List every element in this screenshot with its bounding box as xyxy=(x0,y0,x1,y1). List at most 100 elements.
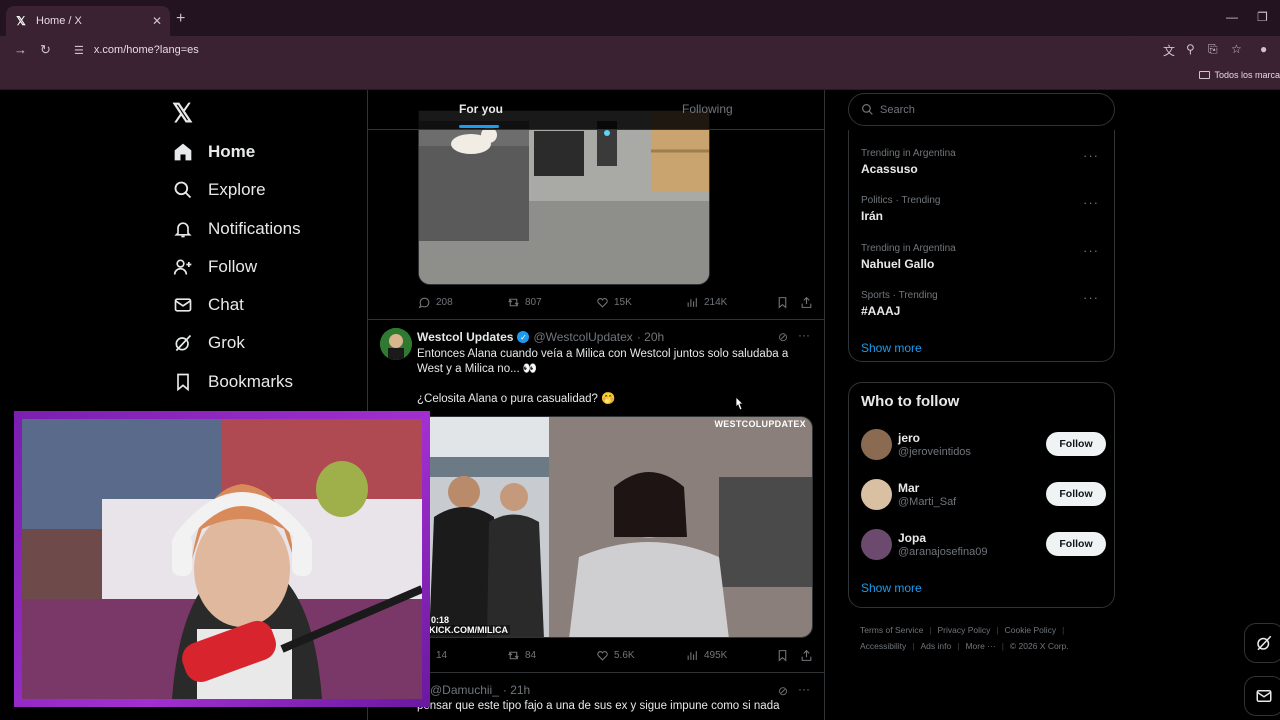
show-more-follow-link[interactable]: Show more xyxy=(861,581,922,595)
views-count: 214K xyxy=(704,297,728,308)
follow-suggestion[interactable]: jero @jeroveintidos Follow xyxy=(861,427,1106,463)
post-video[interactable]: WESTCOLUPDATEX 0:18 KICK.COM/MILICA xyxy=(418,416,813,638)
views-button[interactable]: 495K xyxy=(686,649,727,662)
repost-button[interactable]: 807 xyxy=(507,296,542,309)
post-image-bedroom[interactable] xyxy=(418,110,710,285)
new-tab-icon[interactable]: + xyxy=(176,10,185,28)
reply-count: 208 xyxy=(436,297,453,308)
post-divider xyxy=(368,319,824,320)
bookmark-post-button[interactable] xyxy=(776,649,789,662)
nav-item-notifications[interactable]: Notifications xyxy=(172,213,301,245)
nav-item-follow[interactable]: Follow xyxy=(172,251,257,283)
bell-icon xyxy=(172,218,194,240)
footer-link[interactable]: Ads info xyxy=(921,641,952,651)
search-input[interactable]: Search xyxy=(848,93,1115,126)
more-icon[interactable]: ··· xyxy=(798,682,810,696)
follow-button[interactable]: Follow xyxy=(1046,432,1106,456)
trend-item[interactable]: Sports · Trending #AAAJ ··· xyxy=(861,290,1111,318)
x-favicon-icon: 𝕏 xyxy=(16,14,26,28)
bookmark-post-button[interactable] xyxy=(776,296,789,309)
author-handle[interactable]: @Damuchii_ xyxy=(430,683,499,697)
site-info-icon[interactable]: ☰ xyxy=(74,44,84,57)
nav-label: Explore xyxy=(208,180,266,199)
heart-icon xyxy=(597,651,608,661)
footer-link[interactable]: Accessibility xyxy=(860,641,906,651)
author-name[interactable]: Westcol Updates xyxy=(417,330,513,344)
post-actions: 14 84 5.6K 495K xyxy=(418,649,814,665)
browser-toolbar: → ↻ ☰ x.com/home?lang=es 文 ⚲ ⎘ ☆ ● xyxy=(0,36,1280,64)
like-button[interactable]: 5.6K xyxy=(596,649,635,662)
avatar[interactable] xyxy=(861,429,892,460)
trend-item[interactable]: Trending in Argentina Nahuel Gallo ··· xyxy=(861,243,1111,271)
trends-panel: Trending in Argentina Acassuso ··· Polit… xyxy=(848,130,1115,362)
views-button[interactable]: 214K xyxy=(686,296,727,309)
suggestion-name: Mar xyxy=(898,481,920,495)
avatar[interactable] xyxy=(380,328,412,360)
restore-icon[interactable]: ❐ xyxy=(1257,10,1268,24)
kick-overlay: KICK.COM/MILICA xyxy=(427,625,510,635)
like-button[interactable]: 15K xyxy=(596,296,632,309)
post-time[interactable]: · 20h xyxy=(637,330,664,344)
zoom-icon[interactable]: ⚲ xyxy=(1186,42,1195,56)
footer-link[interactable]: More ··· xyxy=(965,641,995,651)
nav-item-bookmarks[interactable]: Bookmarks xyxy=(172,366,293,398)
star-icon[interactable]: ☆ xyxy=(1231,42,1242,56)
repost-count: 84 xyxy=(525,650,537,661)
repost-button[interactable]: 84 xyxy=(507,649,536,662)
tab-close-icon[interactable]: ✕ xyxy=(152,14,162,28)
nav-item-chat[interactable]: Chat xyxy=(172,289,244,321)
nav-item-explore[interactable]: Explore xyxy=(172,174,266,206)
more-icon[interactable]: ··· xyxy=(1083,195,1099,210)
footer-link[interactable]: Cookie Policy xyxy=(1005,625,1057,635)
minimize-icon[interactable]: — xyxy=(1226,10,1238,24)
address-bar[interactable]: ☰ x.com/home?lang=es xyxy=(62,38,1142,62)
avatar[interactable] xyxy=(861,479,892,510)
translate-icon[interactable]: 文 xyxy=(1163,42,1175,59)
share-button[interactable] xyxy=(800,296,813,309)
avatar[interactable] xyxy=(861,529,892,560)
grok-float-button[interactable] xyxy=(1244,623,1280,663)
grok-explain-icon[interactable]: ⊘ xyxy=(778,684,788,698)
follow-suggestion[interactable]: Mar @Marti_Saf Follow xyxy=(861,477,1106,513)
footer-link[interactable]: Privacy Policy xyxy=(938,625,991,635)
follow-button[interactable]: Follow xyxy=(1046,532,1106,556)
video-duration: 0:18 xyxy=(431,615,450,625)
bookmarks-folder[interactable]: Todos los marca xyxy=(1199,70,1280,80)
browser-tab[interactable]: 𝕏 Home / X ✕ xyxy=(6,6,170,36)
show-more-trends-link[interactable]: Show more xyxy=(861,341,922,355)
grok-explain-icon[interactable]: ⊘ xyxy=(778,330,788,344)
nav-item-home[interactable]: Home xyxy=(172,136,255,168)
author-handle[interactable]: @WestcolUpdatex xyxy=(533,330,632,344)
post-time[interactable]: · 21h xyxy=(503,683,530,697)
more-icon[interactable]: ··· xyxy=(1083,243,1099,258)
chart-icon xyxy=(687,651,697,660)
search-icon xyxy=(862,104,873,115)
trend-item[interactable]: Trending in Argentina Acassuso ··· xyxy=(861,148,1111,176)
reply-button[interactable]: 208 xyxy=(418,296,453,309)
more-icon[interactable]: ··· xyxy=(1083,290,1099,305)
footer-separator: | xyxy=(912,641,915,651)
tab-following[interactable]: Following xyxy=(682,102,733,116)
forward-icon[interactable]: → xyxy=(14,42,27,57)
share-button[interactable] xyxy=(800,649,813,662)
profile-avatar[interactable]: ● xyxy=(1260,42,1267,56)
install-icon[interactable]: ⎘ xyxy=(1208,42,1218,57)
folder-icon xyxy=(1199,71,1211,79)
nav-label: Grok xyxy=(208,333,245,352)
browser-tabbar: 𝕏 Home / X ✕ + — ❐ xyxy=(0,0,1280,36)
trend-item[interactable]: Politics · Trending Irán ··· xyxy=(861,195,1111,223)
views-count: 495K xyxy=(704,650,728,661)
messages-float-button[interactable] xyxy=(1244,676,1280,716)
reply-icon xyxy=(418,297,430,309)
bookmark-icon xyxy=(172,371,194,393)
follow-button[interactable]: Follow xyxy=(1046,482,1106,506)
footer-link[interactable]: Terms of Service xyxy=(860,625,923,635)
nav-item-grok[interactable]: Grok xyxy=(172,327,245,359)
more-icon[interactable]: ··· xyxy=(1083,148,1099,163)
more-icon[interactable]: ··· xyxy=(798,328,810,342)
tab-for-you[interactable]: For you xyxy=(459,102,503,116)
follow-suggestion[interactable]: Jopa @aranajosefina09 Follow xyxy=(861,527,1106,563)
trend-topic: #AAAJ xyxy=(861,304,901,318)
x-logo-icon[interactable]: 𝕏 xyxy=(172,98,193,129)
reload-icon[interactable]: ↻ xyxy=(40,42,51,58)
